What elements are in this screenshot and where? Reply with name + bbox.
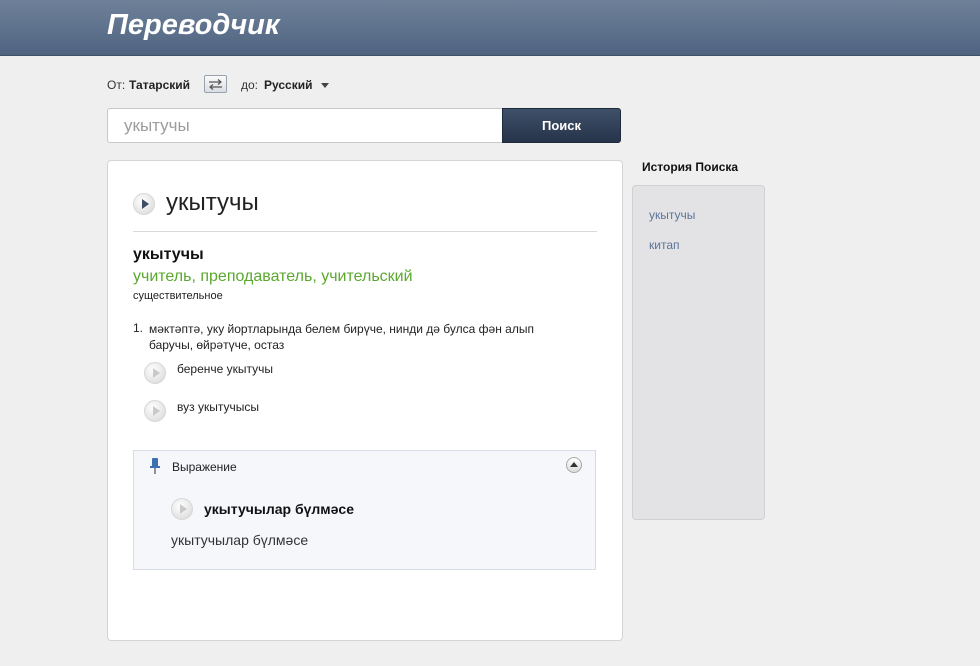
target-language-select[interactable]: Русский (264, 78, 313, 92)
pin-icon (150, 458, 160, 474)
search-input[interactable] (107, 108, 502, 143)
play-phrase-icon[interactable] (171, 498, 193, 520)
history-item[interactable]: китап (649, 238, 680, 252)
result-headword: укытучы (166, 189, 259, 216)
chevron-down-icon[interactable] (321, 83, 329, 88)
divider (133, 231, 597, 232)
example-text: вуз укытучысы (177, 400, 259, 414)
expression-box: Выражение укытучылар бүлмәсе укытучылар … (133, 450, 596, 570)
entry-word: укытучы (133, 246, 204, 263)
swap-icon (209, 79, 222, 90)
from-label: От: (107, 78, 126, 92)
example-text: беренче укытучы (177, 362, 274, 376)
play-example-icon[interactable] (144, 400, 166, 422)
expression-phrase: укытучылар бүлмәсе (204, 501, 354, 517)
entry-translation: учитель, преподаватель, учительский (133, 268, 413, 285)
expression-translation: укытучылар бүлмәсе (171, 532, 309, 548)
app-header: Переводчик (0, 0, 980, 56)
to-label: до: (241, 78, 259, 92)
source-language-select[interactable]: Татарский (129, 78, 190, 92)
collapse-expression-button[interactable] (566, 457, 582, 473)
definition-text: мәктәптә, уку йортларында белем бирүче, … (149, 322, 534, 352)
history-item[interactable]: укытучы (649, 208, 695, 222)
app-title: Переводчик (107, 9, 280, 41)
result-card: укытучы укытучы учитель, преподаватель, … (107, 160, 623, 641)
definition-number: 1. (133, 321, 144, 335)
play-audio-icon[interactable] (133, 193, 155, 215)
swap-languages-button[interactable] (204, 75, 227, 93)
part-of-speech: существительное (133, 290, 223, 302)
play-example-icon[interactable] (144, 362, 166, 384)
search-button[interactable]: Поиск (502, 108, 621, 143)
history-title: История Поиска (642, 160, 739, 174)
expression-label: Выражение (172, 460, 237, 474)
history-panel: укытучы китап (632, 185, 765, 520)
